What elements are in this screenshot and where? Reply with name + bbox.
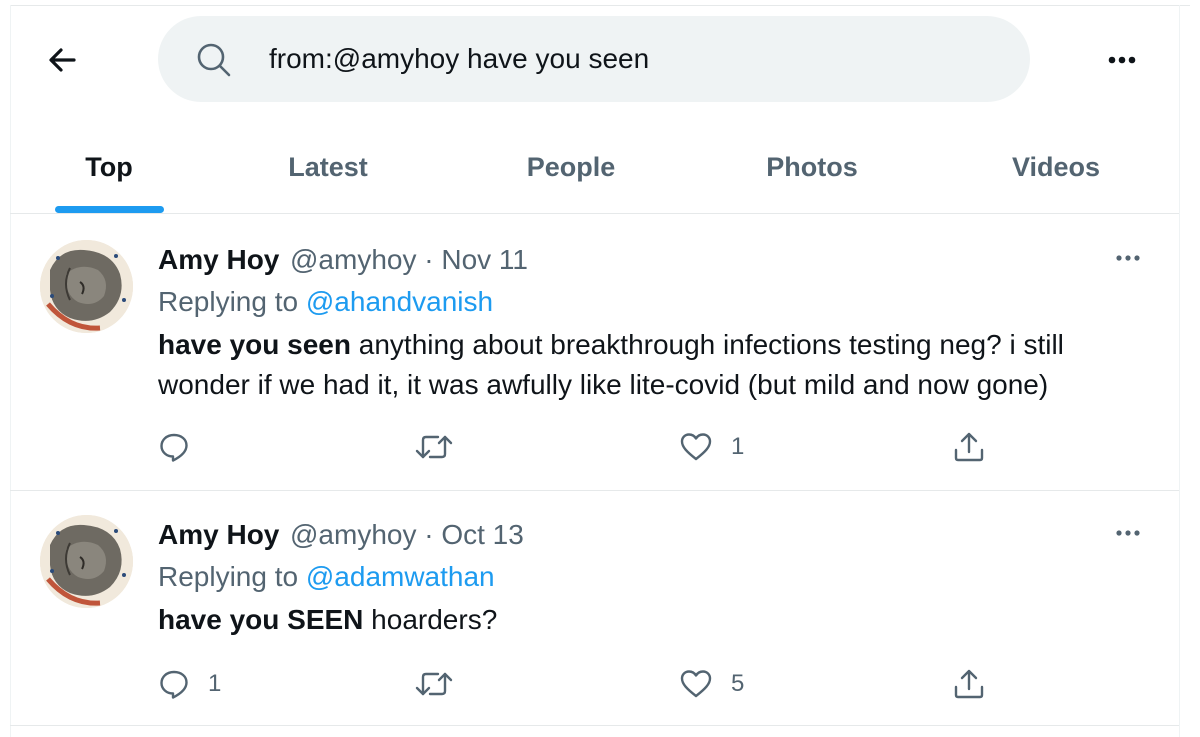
reply-button[interactable]: 1 (158, 664, 221, 704)
tab-people[interactable]: People (506, 120, 636, 214)
like-icon (680, 433, 712, 461)
like-count: 1 (731, 433, 745, 460)
more-icon (1108, 56, 1136, 64)
mention-link[interactable]: @ahandvanish (306, 286, 493, 317)
author-name[interactable]: Amy Hoy (158, 244, 279, 276)
search-bar[interactable] (158, 16, 1030, 102)
like-button[interactable]: 5 (679, 664, 744, 704)
search-tabs: Top Latest People Photos Videos (10, 120, 1179, 214)
share-button[interactable] (952, 427, 986, 467)
avatar[interactable] (40, 240, 133, 333)
more-options-button[interactable] (1100, 38, 1144, 82)
replying-to: Replying to @ahandvanish (158, 286, 493, 318)
tweet-divider (10, 725, 1179, 726)
back-arrow-icon (49, 48, 76, 72)
frame-top-border (10, 5, 1190, 6)
reply-icon (160, 433, 188, 462)
author-name[interactable]: Amy Hoy (158, 519, 279, 551)
avatar[interactable] (40, 515, 133, 608)
author-handle-date[interactable]: @amyhoy · Oct 13 (290, 519, 524, 551)
tweet-more-button[interactable] (1106, 240, 1150, 276)
tab-top[interactable]: Top (55, 120, 163, 214)
cat-illustration-icon (40, 240, 133, 333)
reply-button[interactable] (158, 427, 208, 467)
back-button[interactable] (40, 38, 84, 82)
like-icon (680, 670, 712, 698)
reply-count: 1 (208, 670, 222, 697)
author-handle-date[interactable]: @amyhoy · Nov 11 (290, 244, 528, 276)
more-icon (1116, 530, 1140, 536)
cat-illustration-icon (40, 515, 133, 608)
frame-right-border (1179, 5, 1180, 737)
active-tab-indicator (55, 206, 164, 213)
search-input[interactable] (269, 36, 989, 82)
search-highlight: have you seen (158, 329, 351, 360)
search-highlight: have you SEEN (158, 604, 364, 635)
share-icon (954, 432, 984, 462)
retweet-icon (415, 435, 453, 459)
tweet-text: have you seen anything about breakthroug… (158, 325, 1138, 405)
tweet-more-button[interactable] (1106, 515, 1150, 551)
tweet[interactable]: Amy Hoy @amyhoy · Nov 11 Replying to @ah… (10, 214, 1179, 490)
tweet-text: have you SEEN hoarders? (158, 600, 1138, 640)
replying-to-label: Replying to (158, 561, 306, 592)
retweet-icon (415, 672, 453, 696)
mention-link[interactable]: @adamwathan (306, 561, 495, 592)
share-button[interactable] (952, 664, 986, 704)
tab-photos[interactable]: Photos (752, 120, 872, 214)
replying-to-label: Replying to (158, 286, 306, 317)
more-icon (1116, 255, 1140, 261)
tweet[interactable]: Amy Hoy @amyhoy · Oct 13 Replying to @ad… (10, 491, 1179, 725)
reply-icon (160, 670, 188, 699)
like-button[interactable]: 1 (679, 427, 744, 467)
tab-videos[interactable]: Videos (998, 120, 1114, 214)
retweet-button[interactable] (414, 427, 472, 467)
search-icon (197, 43, 231, 77)
tweet-body: hoarders? (363, 604, 498, 635)
share-icon (954, 669, 984, 699)
tab-latest[interactable]: Latest (273, 120, 383, 214)
like-count: 5 (731, 670, 745, 697)
retweet-button[interactable] (414, 664, 472, 704)
replying-to: Replying to @adamwathan (158, 561, 495, 593)
